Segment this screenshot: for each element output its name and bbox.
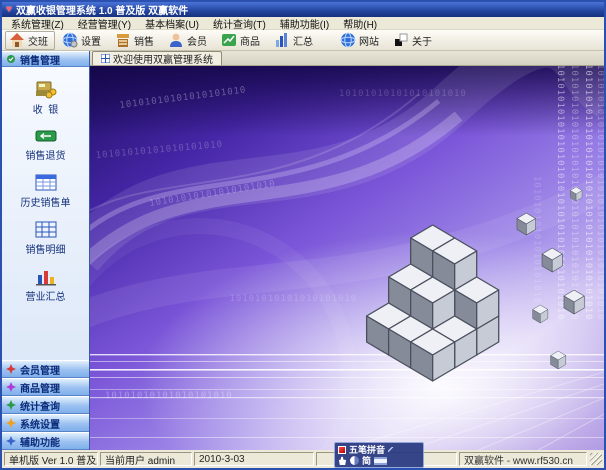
statistics-group-icon	[6, 400, 16, 410]
menu-auxiliary[interactable]: 辅助功能(I)	[273, 16, 336, 31]
home-icon	[9, 32, 25, 48]
wallpaper-art: 10101010101010101010 1010101010101010101…	[90, 66, 604, 450]
svg-text:10101010101010101010: 10101010101010101010	[531, 176, 541, 304]
settings-globe-icon	[62, 32, 78, 48]
sales-group-icon	[7, 55, 15, 63]
app-heart-icon: ♥	[6, 3, 12, 15]
business-summary-icon	[35, 271, 56, 286]
status-date: 2010-3-03	[194, 452, 314, 466]
member-icon	[168, 32, 184, 48]
menu-help[interactable]: 帮助(H)	[336, 16, 384, 31]
tabbar: 欢迎使用双赢管理系统	[90, 51, 604, 66]
about-icon	[393, 32, 409, 48]
menu-business[interactable]: 经营管理(Y)	[71, 16, 138, 31]
status-vendor: 双赢软件 - www.rf530.cn	[459, 452, 587, 466]
toolbar-shift-button[interactable]: 交班	[5, 30, 55, 50]
menubar: 系统管理(Z) 经营管理(Y) 基本档案(U) 统计查询(T) 辅助功能(I) …	[2, 16, 604, 31]
toolbar-website-button[interactable]: 网站	[336, 31, 386, 50]
toolbar-settings-button[interactable]: 设置	[58, 31, 108, 50]
ime-hand-icon[interactable]	[338, 456, 347, 465]
sidebar-item-cashier[interactable]: 收 银	[2, 74, 89, 122]
svg-text:101010101010101010101010101010: 1010101010101010101010101010101010101010	[555, 66, 565, 320]
sidebar-group-members[interactable]: 会员管理	[2, 360, 89, 378]
ime-toolbar[interactable]: 五笔拼音 简	[334, 442, 424, 468]
desktop-canvas: 10101010101010101010 1010101010101010101…	[90, 66, 604, 450]
window-body: 销售管理 收 银 销售退货 历史销售单 销售明细 营业汇总 会员管理 商品管理 …	[2, 51, 604, 450]
menu-system[interactable]: 系统管理(Z)	[4, 16, 71, 31]
history-orders-icon	[35, 174, 56, 191]
toolbar-about-button[interactable]: 关于	[389, 31, 439, 50]
status-edition: 单机版 Ver 1.0 普及版	[4, 452, 98, 466]
sidebar-item-list: 收 银 销售退货 历史销售单 销售明细 营业汇总	[2, 67, 89, 360]
settings-group-icon	[6, 418, 16, 428]
svg-text:101010101010101010101010101010: 1010101010101010101010101010101010101010	[583, 66, 593, 320]
ime-simplified-toggle[interactable]: 简	[362, 456, 371, 466]
resize-grip[interactable]	[590, 453, 602, 465]
sales-detail-icon	[35, 221, 56, 238]
ime-moon-icon[interactable]	[350, 456, 359, 465]
main-area: 欢迎使用双赢管理系统 10101010101010101010 10101010…	[90, 51, 604, 450]
ime-keyboard-icon[interactable]	[374, 456, 388, 465]
sidebar-group-settings[interactable]: 系统设置	[2, 414, 89, 432]
goods-group-icon	[6, 382, 16, 392]
toolbar-goods-button[interactable]: 商品	[217, 31, 267, 50]
menu-archives[interactable]: 基本档案(U)	[138, 16, 206, 31]
menu-statistics[interactable]: 统计查询(T)	[206, 16, 273, 31]
auxiliary-group-icon	[6, 436, 16, 446]
sidebar-item-history-orders[interactable]: 历史销售单	[2, 168, 89, 215]
chart-icon	[274, 32, 290, 48]
members-group-icon	[6, 364, 16, 374]
svg-text:101010101010101010101010101010: 1010101010101010101010101010101010101010	[595, 66, 604, 320]
sidebar-group-statistics[interactable]: 统计查询	[2, 396, 89, 414]
sales-return-icon	[35, 130, 56, 142]
goods-icon	[221, 32, 237, 48]
sidebar-group-sales[interactable]: 销售管理	[2, 51, 89, 67]
toolbar: 交班 设置 销售 会员 商品 汇总 网站 关于	[2, 30, 604, 51]
toolbar-summary-button[interactable]: 汇总	[270, 31, 320, 50]
register-icon	[115, 32, 131, 48]
sidebar-group-goods[interactable]: 商品管理	[2, 378, 89, 396]
ime-logo-icon[interactable]	[338, 445, 346, 454]
sidebar-group-auxiliary[interactable]: 辅助功能	[2, 432, 89, 450]
svg-text:10101010101010101010: 10101010101010101010	[229, 294, 357, 304]
tab-grid-icon	[101, 54, 110, 63]
cashier-icon	[35, 81, 56, 99]
status-current-user: 当前用户 admin	[100, 452, 192, 466]
toolbar-sales-button[interactable]: 销售	[111, 31, 161, 50]
sidebar-item-sales-return[interactable]: 销售退货	[2, 122, 89, 168]
ime-pen-icon[interactable]	[388, 446, 395, 453]
sidebar: 销售管理 收 银 销售退货 历史销售单 销售明细 营业汇总 会员管理 商品管理 …	[2, 51, 90, 450]
sidebar-item-business-summary[interactable]: 营业汇总	[2, 262, 89, 309]
statusbar: 单机版 Ver 1.0 普及版 当前用户 admin 2010-3-03 双赢软…	[2, 450, 604, 468]
toolbar-member-button[interactable]: 会员	[164, 31, 214, 50]
globe-icon	[340, 32, 356, 48]
app-window: ♥ 双赢收银管理系统 1.0 普及版 双赢软件 系统管理(Z) 经营管理(Y) …	[0, 0, 606, 470]
tab-welcome[interactable]: 欢迎使用双赢管理系统	[92, 51, 222, 66]
svg-text:10101010101010101010: 10101010101010101010	[105, 391, 233, 401]
svg-text:10101010101010101010: 10101010101010101010	[339, 89, 467, 99]
sidebar-item-sales-detail[interactable]: 销售明细	[2, 215, 89, 262]
